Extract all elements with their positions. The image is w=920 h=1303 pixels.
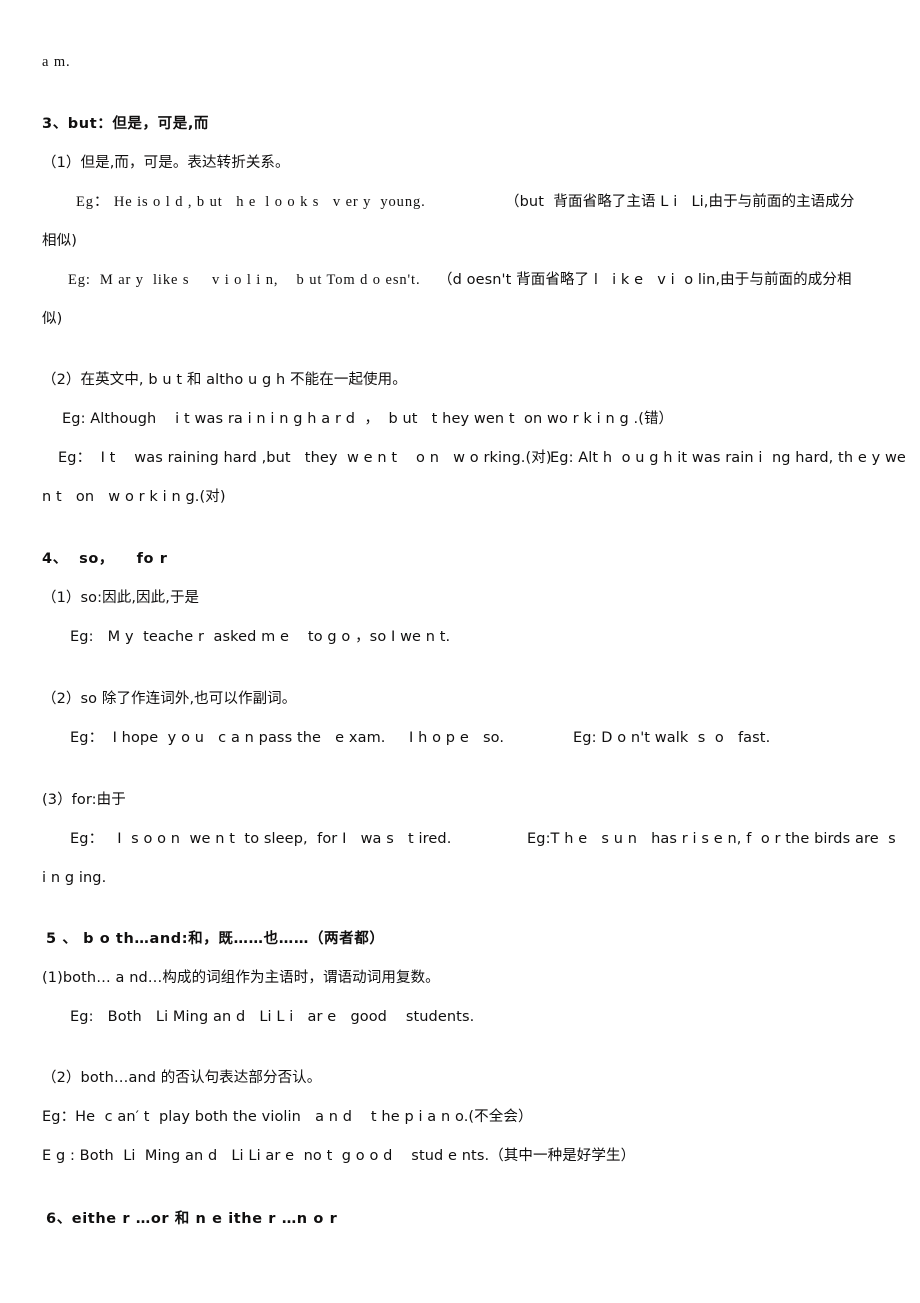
section-4-point-3: (3）for:由于 — [42, 792, 126, 808]
text-fragment-top: a m. — [42, 54, 71, 70]
section-4-example-3b: Eg:T h e s u n has r i s e n, f o r the … — [527, 831, 896, 847]
section-6-heading: 6、eithe r …or 和 n e ithe r …n o r — [46, 1211, 338, 1227]
section-3-example-1-en: Eg： He is o l d , b ut h e l o o k s v e… — [76, 194, 426, 210]
section-3-point-1: （1）但是,而，可是。表达转折关系。 — [42, 155, 290, 171]
section-4-example-1: Eg: M y teache r asked m e to g o ，so I … — [70, 629, 451, 645]
section-5-example-1: Eg: Both Li Ming an d Li L i ar e good s… — [70, 1009, 475, 1025]
document-page: a m. 3、but：但是，可是,而 （1）但是,而，可是。表达转折关系。 Eg… — [0, 0, 920, 1303]
section-5-point-1: (1)both… a nd…构成的词组作为主语时，谓语动词用复数。 — [42, 970, 440, 986]
section-3-example-2-note-cont: 似) — [42, 311, 63, 327]
section-5-example-3: E g : Both Li Ming an d Li Li ar e no t … — [42, 1148, 636, 1164]
section-4-point-2: （2）so 除了作连词外,也可以作副词。 — [42, 691, 297, 707]
section-4-heading: 4、 so， fo r — [42, 551, 168, 567]
section-3-example-4b: Eg: Alt h o u g h it was rain i ng hard,… — [550, 450, 906, 466]
section-3-example-1-note: （but 背面省略了主语 L i Li,由于与前面的主语成分 — [505, 194, 855, 210]
section-5-heading: 5 、 b o th…and:和，既……也……（两者都） — [46, 931, 385, 947]
section-3-heading: 3、but：但是，可是,而 — [42, 116, 210, 132]
section-3-example-2-note: （d oesn't 背面省略了 l i k e v i o lin,由于与前面的… — [438, 272, 852, 288]
section-4-example-2b: Eg: D o n't walk s o fast. — [573, 730, 771, 746]
section-4-point-1: （1）so:因此,因此,于是 — [42, 590, 200, 606]
section-4-example-3b-cont: i n g ing. — [42, 870, 107, 886]
section-3-example-4a: Eg： I t was raining hard ,but they w e n… — [58, 450, 552, 466]
section-3-point-2: （2）在英文中, b u t 和 altho u g h 不能在一起使用。 — [42, 372, 407, 388]
section-5-example-2: Eg：He c an′ t play both the violin a n d… — [42, 1109, 533, 1125]
section-5-point-2: （2）both…and 的否认句表达部分否认。 — [42, 1070, 322, 1086]
section-4-example-2a: Eg： I hope y o u c a n pass the e xam. I… — [70, 730, 505, 746]
section-3-example-1-note-cont: 相似) — [42, 233, 77, 249]
section-3-example-4b-cont: n t on w o r k i n g.(对) — [42, 489, 226, 505]
section-4-example-3a: Eg： I s o o n we n t to sleep, for I wa … — [70, 831, 452, 847]
section-3-example-2-en: Eg: M ar y like s v i o l i n, b ut Tom … — [68, 272, 421, 288]
section-3-example-3: Eg: Although i t was ra i n i n g h a r … — [62, 411, 674, 427]
